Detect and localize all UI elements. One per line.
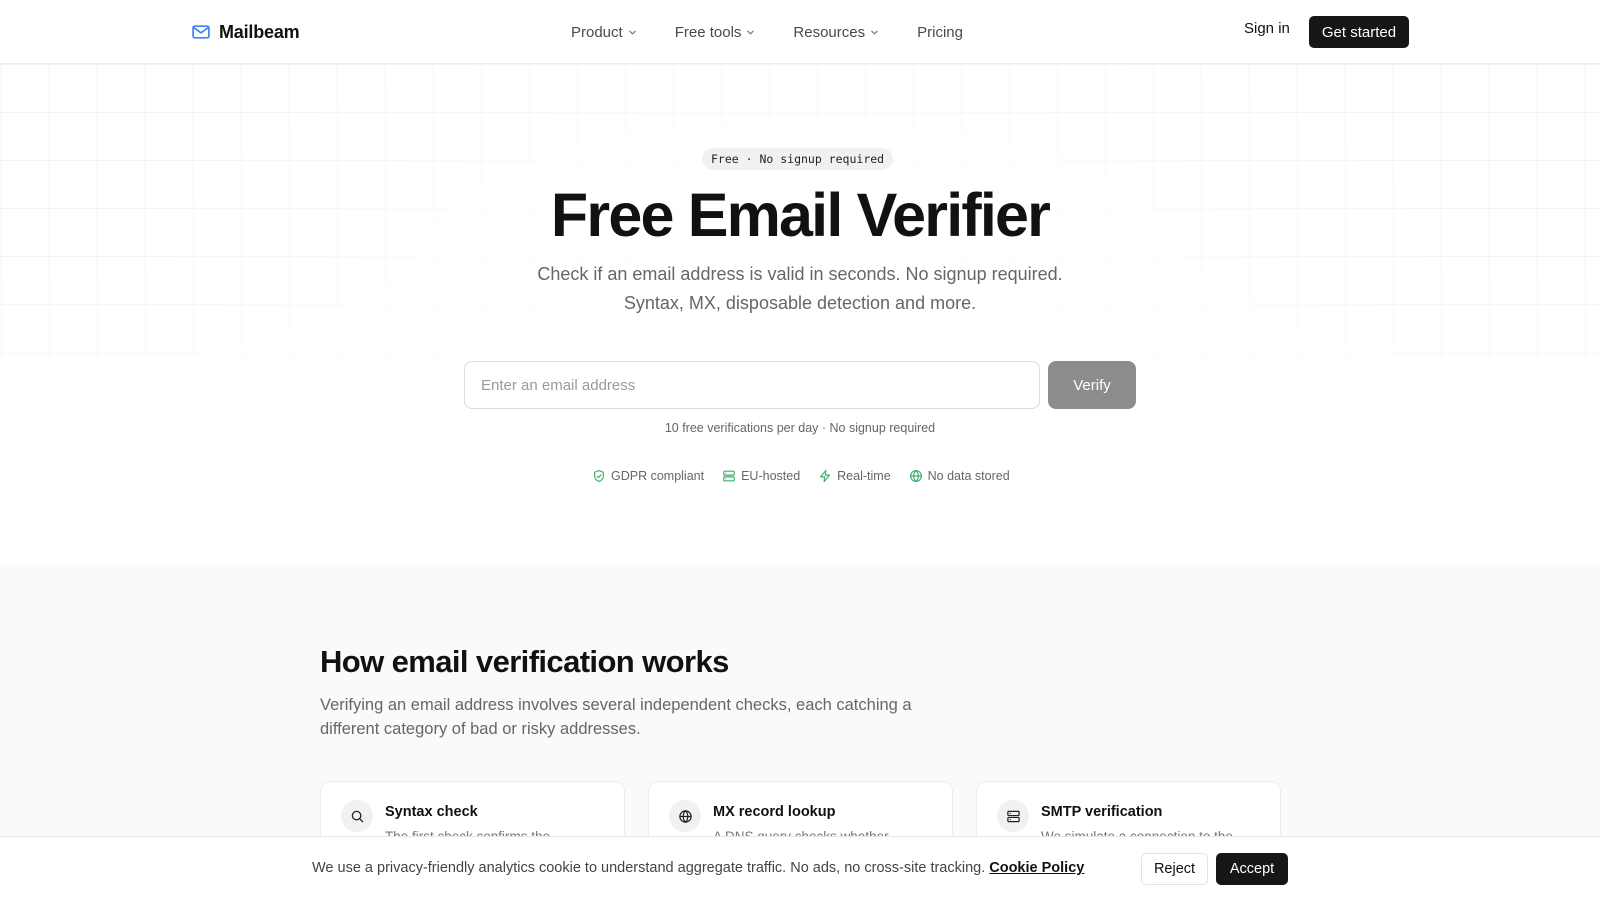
nav-item-free-tools[interactable]: Free tools <box>675 24 756 41</box>
get-started-button[interactable]: Get started <box>1309 16 1409 48</box>
nav-item-product[interactable]: Product <box>571 24 637 41</box>
server-icon <box>997 800 1029 832</box>
reject-button[interactable]: Reject <box>1141 853 1208 885</box>
card-title: SMTP verification <box>1041 804 1163 820</box>
cookie-policy-link[interactable]: Cookie Policy <box>989 860 1084 876</box>
section-description: Verifying an email address involves seve… <box>320 696 912 738</box>
page-title: Free Email Verifier <box>550 181 1051 249</box>
card-title: Syntax check <box>385 804 478 820</box>
nav-item-label: Resources <box>793 23 866 41</box>
zap-icon <box>818 469 832 483</box>
server-icon <box>722 469 736 483</box>
brand-logo[interactable]: Mailbeam <box>191 19 300 45</box>
site-header: Mailbeam Product Free tools Resources Pr… <box>0 0 1600 64</box>
hero-subtitle: Check if an email address is valid in se… <box>0 260 1600 318</box>
cookie-banner: We use a privacy-friendly analytics cook… <box>0 836 1600 900</box>
feature-label: EU-hosted <box>741 469 801 483</box>
card-title: MX record lookup <box>713 804 836 820</box>
feature-no-data-stored: No data stored <box>909 469 1010 483</box>
hero-subtitle-line: Syntax, MX, disposable detection and mor… <box>623 293 977 313</box>
hero-section: Free · No signup required Free Email Ver… <box>0 64 1600 564</box>
feature-gdpr: GDPR compliant <box>592 469 704 483</box>
nav-item-resources[interactable]: Resources <box>793 24 879 41</box>
sign-in-link[interactable]: Sign in <box>1244 20 1290 37</box>
nav-item-label: Free tools <box>674 23 742 41</box>
nav-item-label: Pricing <box>917 23 963 41</box>
feature-label: GDPR compliant <box>611 469 705 483</box>
cookie-text: We use a privacy-friendly analytics cook… <box>312 860 986 876</box>
search-icon <box>341 800 373 832</box>
nav-item-pricing[interactable]: Pricing <box>917 24 963 41</box>
globe-icon <box>909 469 923 483</box>
cookie-message: We use a privacy-friendly analytics cook… <box>312 860 1084 876</box>
hero-subtitle-line: Check if an email address is valid in se… <box>537 264 1063 284</box>
chevron-down-icon <box>628 28 637 37</box>
nav-item-label: Product <box>571 23 623 41</box>
feature-label: Real-time <box>837 469 891 483</box>
email-input[interactable] <box>464 361 1040 409</box>
brand-name: Mailbeam <box>219 21 300 42</box>
verify-button[interactable]: Verify <box>1048 361 1136 409</box>
free-badge: Free · No signup required <box>702 148 894 170</box>
limit-note: 10 free verifications per day · No signu… <box>664 421 936 435</box>
main-nav: Product Free tools Resources Pricing <box>571 19 963 45</box>
feature-label: No data stored <box>927 469 1010 483</box>
chevron-down-icon <box>746 28 755 37</box>
feature-eu-hosted: EU-hosted <box>722 469 800 483</box>
feature-list: GDPR compliant EU-hosted Real-time No da… <box>592 468 1010 484</box>
globe-icon <box>669 800 701 832</box>
chevron-down-icon <box>870 28 879 37</box>
feature-real-time: Real-time <box>818 469 891 483</box>
accept-button[interactable]: Accept <box>1216 853 1288 885</box>
mail-icon <box>191 22 211 42</box>
section-title: How email verification works <box>320 644 729 679</box>
shield-check-icon <box>592 469 606 483</box>
